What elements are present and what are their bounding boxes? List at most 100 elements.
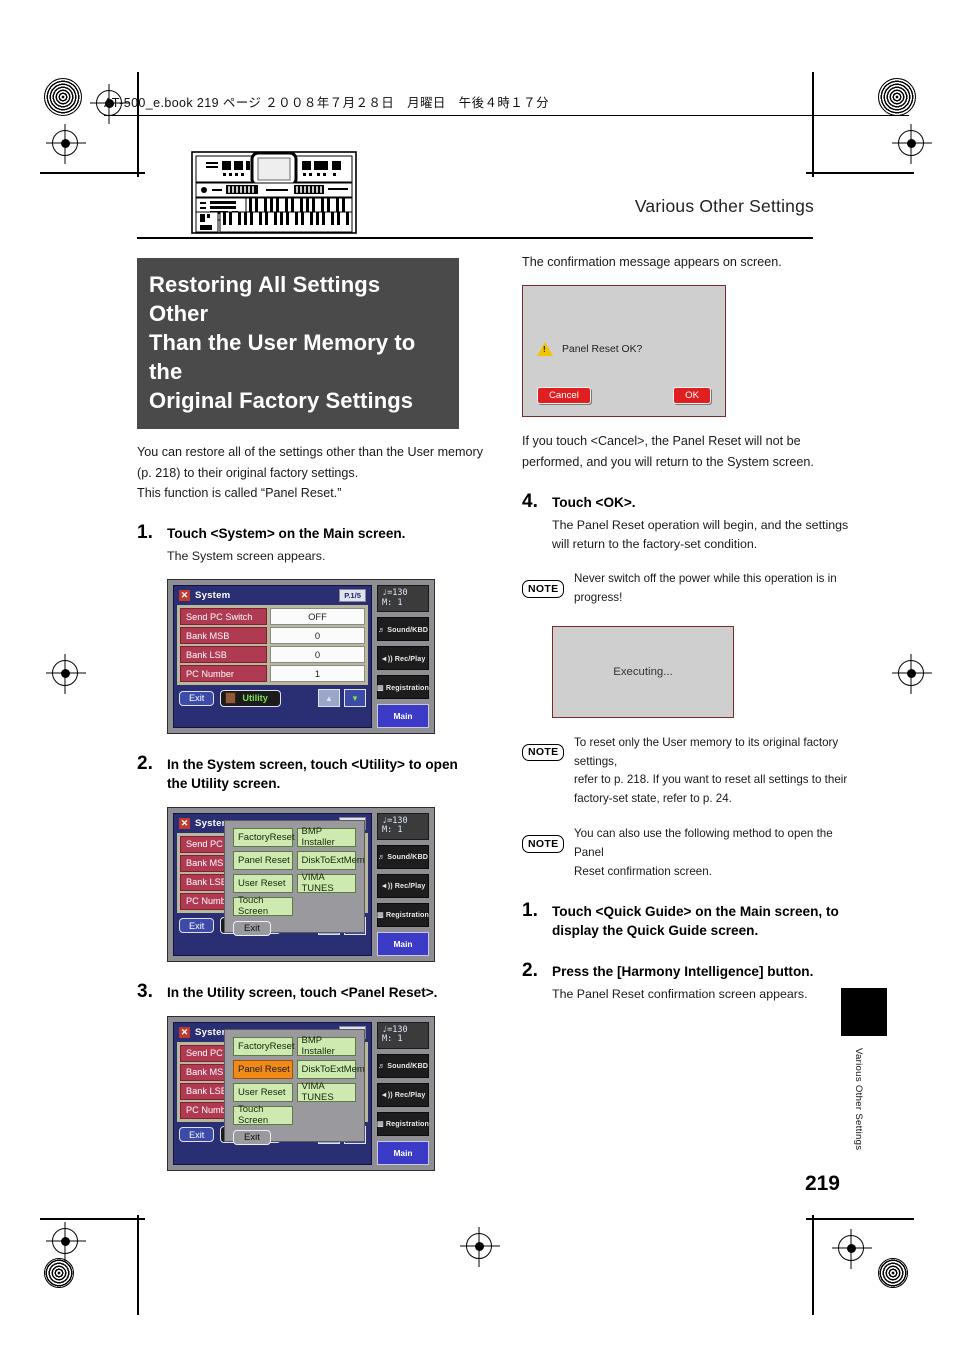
utility-item-factory-reset[interactable]: FactoryReset (233, 827, 295, 847)
step-4: 4. Touch <OK>. The Panel Reset operation… (522, 491, 852, 554)
utility-popup: FactoryReset BMP Installer Panel Reset D… (224, 819, 365, 936)
utility-popup-exit-button[interactable]: Exit (233, 920, 271, 936)
exit-button[interactable]: Exit (179, 918, 215, 934)
crop-mark-bl-h (40, 1218, 145, 1220)
utility-item-touch-screen[interactable]: Touch Screen (233, 1104, 293, 1126)
main-button[interactable]: Main (377, 1140, 429, 1165)
sidebar-item-registration[interactable]: ▥ Registration (376, 1111, 429, 1136)
close-icon[interactable]: ✕ (179, 817, 190, 829)
registration-mark-left-middle (52, 660, 78, 686)
sidebar-item-registration[interactable]: ▥ Registration (377, 902, 429, 927)
executing-dialog: Executing... (552, 625, 734, 718)
utility-item-user-reset[interactable]: User Reset (233, 873, 293, 893)
note-badge: NOTE (522, 743, 565, 762)
note-icon: ♬ (377, 852, 386, 862)
sidebar-item-sound-kbd[interactable]: ♬ Sound/KBD (377, 844, 429, 869)
registration-mark-left-upper (52, 130, 78, 156)
system-screen-display: ✕ System P.1/5 Send PC Switch OFF Bank M… (173, 585, 372, 729)
organ-illustration (190, 150, 358, 235)
utility-icon (225, 692, 237, 705)
sidebar-item-registration[interactable]: ▥ Registration (377, 675, 429, 700)
step-2-number: 2. (137, 753, 153, 775)
sidebar-item-rec-play[interactable]: ◄)) Rec/Play (377, 1082, 429, 1107)
utility-grid-spacer (297, 897, 357, 916)
side-button-panel: ♩=130 M: 1 ♬ Sound/KBD ◄)) Rec/Play ▥ Re… (377, 812, 429, 956)
sidebar-item-rec-play[interactable]: ◄)) Rec/Play (377, 873, 429, 898)
utility-screen-display: ✕ System P.1/5 Send PC Switch OFF Bank M… (173, 812, 372, 956)
intro-line3: This function is called “Panel Reset.” (137, 485, 342, 500)
note-icon: ♬ (377, 1061, 386, 1071)
sidebar-item-label: Sound/KBD (387, 852, 429, 862)
crop-mark-br-v (812, 1215, 814, 1315)
note-line1: Never switch off the power while this op… (574, 572, 837, 586)
utility-screen-figure: ✕ System P.1/5 Send PC Switch OFF Bank M… (167, 806, 435, 962)
param-value[interactable]: 0 (269, 627, 365, 645)
table-row[interactable]: Bank LSB 0 (180, 646, 365, 664)
alt-step-1-heading: Touch <Quick Guide> on the Main screen, … (552, 903, 852, 941)
param-value[interactable]: OFF (269, 608, 365, 626)
arrow-up-button[interactable]: ▲ (318, 689, 340, 708)
sidebar-item-rec-play[interactable]: ◄)) Rec/Play (377, 646, 429, 671)
step-4-number: 4. (522, 491, 538, 513)
utility-item-bmp-installer[interactable]: BMP Installer (296, 1035, 356, 1057)
utility-popup-exit-button[interactable]: Exit (233, 1129, 271, 1145)
registration-mark-bottom-center (466, 1233, 492, 1259)
step-4-subtext-line2: will return to the factory-set condition… (552, 537, 758, 552)
param-value[interactable]: 1 (269, 665, 365, 683)
sidebar-item-label: Sound/KBD (387, 1061, 429, 1071)
utility-item-disk-to-ext-mem[interactable]: DiskToExtMem (296, 850, 365, 870)
system-parameter-list: Send PC Switch OFF Bank MSB 0 Bank LSB 0 (177, 605, 368, 686)
cancel-button[interactable]: Cancel (537, 387, 591, 405)
main-button[interactable]: Main (377, 704, 429, 729)
main-button[interactable]: Main (377, 931, 429, 956)
cancel-explanation-line2: performed, and you will return to the Sy… (522, 454, 814, 469)
ok-button[interactable]: OK (673, 387, 711, 405)
utility-item-panel-reset[interactable]: Panel Reset (233, 850, 293, 870)
param-label: Send PC Switch (180, 608, 267, 626)
dialog-button-row: Cancel OK (537, 387, 711, 405)
step-1-subtext: The System screen appears. (167, 549, 326, 564)
table-row[interactable]: Bank MSB 0 (180, 627, 365, 645)
exit-button[interactable]: Exit (179, 1127, 215, 1143)
tempo-display: ♩=130 M: 1 (377, 1021, 429, 1049)
header-rule (104, 115, 909, 116)
note-line2: progress! (574, 591, 623, 605)
right-column: The confirmation message appears on scre… (522, 252, 852, 1004)
utility-item-panel-reset-selected[interactable]: Panel Reset (233, 1059, 293, 1079)
table-row[interactable]: Send PC Switch OFF (180, 608, 365, 626)
registration-mark-left-lower (52, 1228, 78, 1254)
sidebar-item-sound-kbd[interactable]: ♬ Sound/KBD (377, 1053, 429, 1078)
intro-line1: You can restore all of the settings othe… (137, 445, 484, 460)
utility-item-vima-tunes[interactable]: VIMA TUNES (296, 872, 356, 894)
registration-icon: ▥ (376, 1119, 384, 1129)
step-3-number: 3. (137, 980, 153, 1002)
note-badge: NOTE (522, 835, 565, 853)
alt-step-2: 2. Press the [Harmony Intelligence] butt… (522, 960, 852, 1004)
utility-item-bmp-installer[interactable]: BMP Installer (296, 826, 356, 848)
sidebar-item-sound-kbd[interactable]: ♬ Sound/KBD (377, 617, 429, 642)
note-alternate-method: NOTE You can also use the following meth… (522, 825, 852, 881)
system-screen-bottom-bar: Exit Utility ▲ ▼ (174, 685, 371, 710)
utility-item-disk-to-ext-mem[interactable]: DiskToExtMem (296, 1059, 365, 1079)
cancel-explanation-line1: If you touch <Cancel>, the Panel Reset w… (522, 434, 801, 449)
arrow-down-button[interactable]: ▼ (344, 689, 366, 708)
param-value[interactable]: 0 (269, 646, 365, 664)
section-rule (137, 237, 813, 239)
utility-item-user-reset[interactable]: User Reset (233, 1082, 293, 1102)
utility-button[interactable]: Utility (220, 689, 281, 707)
close-icon[interactable]: ✕ (179, 590, 190, 602)
crop-mark-tr-v (812, 72, 814, 177)
note-text: To reset only the User memory to its ori… (574, 734, 852, 809)
param-label: Bank MSB (180, 627, 267, 645)
table-row[interactable]: PC Number 1 (180, 665, 365, 683)
sidebar-item-label: Sound/KBD (387, 624, 429, 634)
utility-item-vima-tunes[interactable]: VIMA TUNES (296, 1081, 356, 1103)
speaker-icon: ◄)) (380, 653, 393, 663)
intro-line2: (p. 218) to their original factory setti… (137, 465, 359, 480)
exit-button[interactable]: Exit (179, 690, 215, 706)
dialog-message: Panel Reset OK? (562, 343, 643, 355)
utility-item-touch-screen[interactable]: Touch Screen (233, 895, 293, 917)
utility-item-factory-reset[interactable]: FactoryReset (233, 1036, 295, 1056)
close-icon[interactable]: ✕ (179, 1026, 190, 1038)
warning-icon (537, 342, 553, 357)
